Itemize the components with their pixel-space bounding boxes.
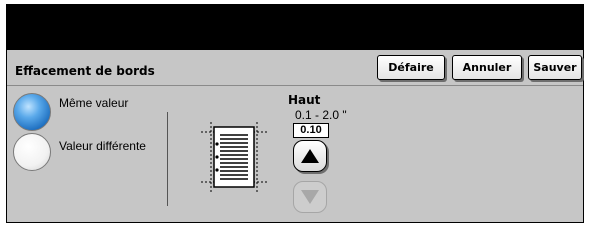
radio-unselected-icon[interactable] <box>13 133 51 171</box>
vertical-divider <box>167 112 168 206</box>
cancel-button[interactable]: Annuler <box>452 55 522 80</box>
arrow-up-icon <box>301 149 319 163</box>
header-bar: Effacement de bords Défaire Annuler Sauv… <box>7 50 583 86</box>
page-title: Effacement de bords <box>15 64 155 78</box>
page-borders-icon <box>201 122 267 192</box>
undo-button[interactable]: Défaire <box>377 55 445 80</box>
top-status-bar <box>7 5 583 50</box>
arrow-down-icon <box>301 190 319 204</box>
save-button[interactable]: Sauver <box>528 55 582 80</box>
radio-selected-icon[interactable] <box>13 93 51 131</box>
same-value-option[interactable]: Même valeur <box>59 96 128 110</box>
increase-button[interactable] <box>293 140 327 172</box>
top-edge-value-field[interactable]: 0.10 <box>293 123 329 138</box>
decrease-button[interactable] <box>293 181 327 213</box>
top-edge-label: Haut <box>288 93 321 107</box>
settings-panel: Même valeur Valeur différente Haut 0.1 -… <box>7 86 583 222</box>
edge-erase-screen: Effacement de bords Défaire Annuler Sauv… <box>6 4 584 223</box>
different-value-option[interactable]: Valeur différente <box>59 139 146 153</box>
range-hint: 0.1 - 2.0 " <box>295 108 347 122</box>
